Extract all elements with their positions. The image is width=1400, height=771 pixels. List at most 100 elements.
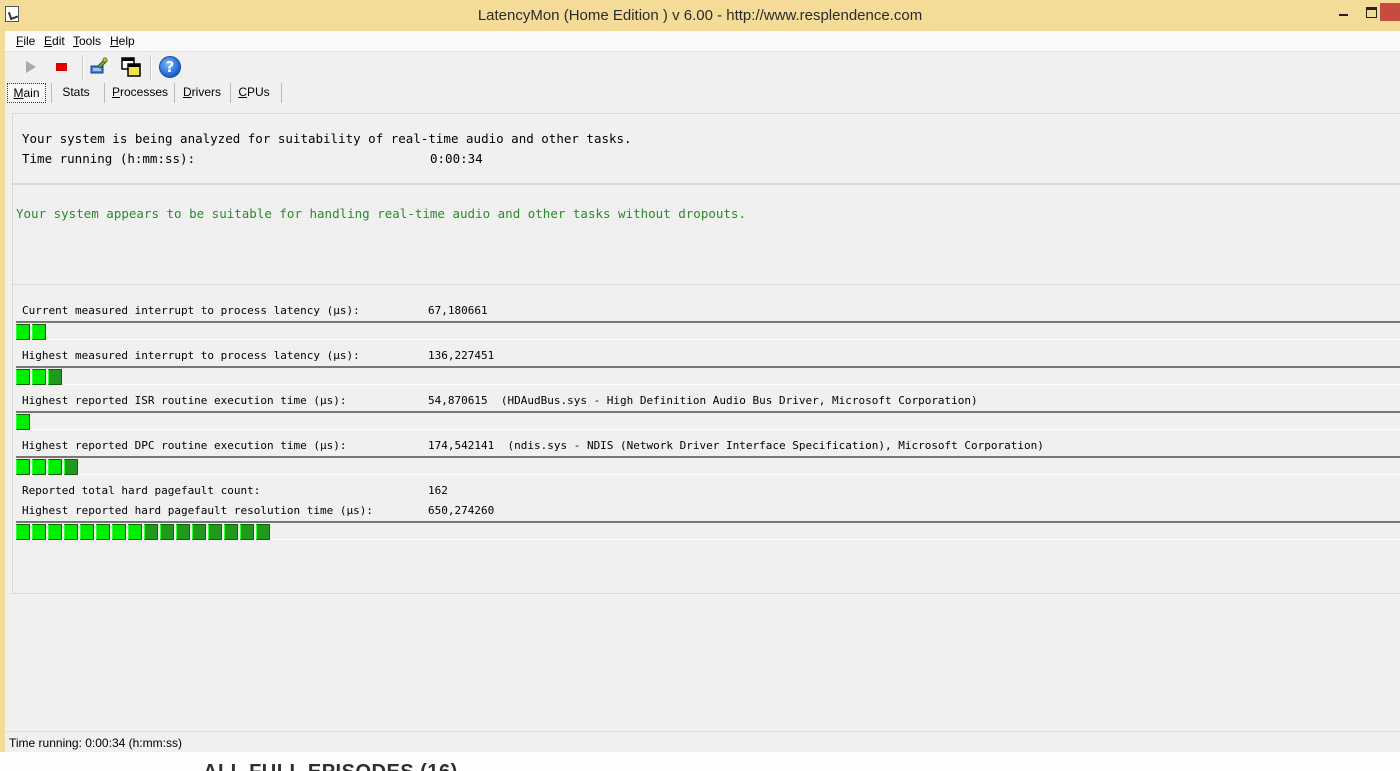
metric-value-highest-latency: 136,227451 bbox=[428, 349, 495, 362]
help-icon: ? bbox=[159, 56, 181, 78]
tab-separator bbox=[281, 83, 282, 103]
menu-file[interactable]: File bbox=[16, 34, 35, 48]
tab-bar: Main Stats Processes Drivers CPUs bbox=[5, 83, 1400, 103]
start-button[interactable] bbox=[17, 55, 43, 79]
status-pane: Your system is being analyzed for suitab… bbox=[12, 113, 1400, 184]
tab-separator bbox=[174, 83, 175, 103]
toolbar: ? bbox=[5, 52, 1400, 82]
metric-value-pagefault-time: 650,274260 bbox=[428, 504, 495, 517]
bar-segment bbox=[64, 459, 78, 475]
bar-highest-latency bbox=[16, 366, 1400, 385]
bar-segment bbox=[160, 524, 174, 540]
metrics-pane: Current measured interrupt to process la… bbox=[12, 284, 1400, 594]
main-panel: Your system is being analyzed for suitab… bbox=[12, 113, 1400, 594]
tab-processes-mnemonic: P bbox=[111, 85, 120, 99]
tab-separator bbox=[51, 83, 52, 103]
menu-help-mnemonic: H bbox=[110, 34, 119, 48]
tab-main[interactable]: Main bbox=[7, 83, 46, 103]
menu-edit-mnemonic: E bbox=[44, 34, 53, 48]
tab-stats[interactable]: Stats bbox=[55, 83, 97, 103]
toolbar-separator-2 bbox=[150, 55, 152, 80]
close-button[interactable] bbox=[1380, 3, 1400, 21]
analyze-icon bbox=[90, 57, 108, 74]
metric-value-dpc-time: 174,542141 (ndis.sys - NDIS (Network Dri… bbox=[428, 439, 1044, 452]
bar-segment bbox=[96, 524, 110, 540]
status-bar: Time running: 0:00:34 (h:mm:ss) bbox=[5, 731, 1400, 753]
tab-drivers-mnemonic: D bbox=[182, 85, 192, 99]
bar-segment bbox=[256, 524, 270, 540]
tab-separator bbox=[104, 83, 105, 103]
toolbar-separator bbox=[82, 55, 84, 80]
bar-segment bbox=[16, 459, 30, 475]
title-bar[interactable]: LatencyMon (Home Edition ) v 6.00 - http… bbox=[0, 0, 1400, 31]
metric-value-pagefault-count: 162 bbox=[428, 484, 448, 497]
menu-help[interactable]: Help bbox=[110, 34, 135, 48]
help-button[interactable]: ? bbox=[157, 55, 183, 79]
bar-segment bbox=[64, 524, 78, 540]
bar-segment bbox=[80, 524, 94, 540]
tab-cpus[interactable]: CPUs bbox=[235, 83, 273, 103]
bar-current-latency bbox=[16, 321, 1400, 340]
metric-value-isr-time: 54,870615 (HDAudBus.sys - High Definitio… bbox=[428, 394, 978, 407]
metric-label-highest-latency: Highest measured interrupt to process la… bbox=[22, 349, 360, 362]
minimize-button[interactable] bbox=[1330, 3, 1356, 21]
metric-value-current-latency: 67,180661 bbox=[428, 304, 488, 317]
tab-stats-label: Stats bbox=[62, 85, 90, 99]
tab-cpus-label: PUs bbox=[247, 85, 270, 99]
bar-segment bbox=[144, 524, 158, 540]
tab-cpus-mnemonic: C bbox=[238, 85, 247, 99]
bar-segment bbox=[16, 369, 30, 385]
analyze-button[interactable] bbox=[86, 55, 112, 79]
bar-segment bbox=[32, 524, 46, 540]
background-heading: ALL FULL EPISODES (16) bbox=[203, 761, 458, 771]
metric-label-dpc-time: Highest reported DPC routine execution t… bbox=[22, 439, 347, 452]
analysis-text: Your system is being analyzed for suitab… bbox=[22, 131, 632, 146]
tab-processes[interactable]: Processes bbox=[109, 83, 171, 103]
tab-drivers-label: rivers bbox=[191, 85, 221, 99]
bar-segment bbox=[240, 524, 254, 540]
window-title: LatencyMon (Home Edition ) v 6.00 - http… bbox=[477, 7, 923, 24]
menu-tools-label: ools bbox=[79, 34, 102, 48]
bar-segment bbox=[16, 524, 30, 540]
menu-edit-label: dit bbox=[52, 34, 65, 48]
bar-segment bbox=[48, 459, 62, 475]
menu-help-label: elp bbox=[118, 34, 135, 48]
tab-main-label: ain bbox=[23, 86, 40, 100]
bar-segment bbox=[16, 324, 30, 340]
client-area: File Edit Tools Help ? Main Stats Proces… bbox=[5, 31, 1400, 753]
tab-separator bbox=[230, 83, 231, 103]
status-text: Time running: 0:00:34 (h:mm:ss) bbox=[9, 736, 182, 750]
bar-dpc-time bbox=[16, 456, 1400, 475]
bar-segment bbox=[128, 524, 142, 540]
bar-segment bbox=[32, 324, 46, 340]
metric-label-pagefault-count: Reported total hard pagefault count: bbox=[22, 484, 261, 497]
menu-tools[interactable]: Tools bbox=[73, 34, 101, 48]
windows-button[interactable] bbox=[118, 55, 144, 79]
menu-edit[interactable]: Edit bbox=[44, 34, 65, 48]
app-window: LatencyMon (Home Edition ) v 6.00 - http… bbox=[0, 0, 1400, 753]
bar-segment bbox=[48, 524, 62, 540]
time-running-value: 0:00:34 bbox=[430, 151, 483, 166]
metric-label-isr-time: Highest reported ISR routine execution t… bbox=[22, 394, 347, 407]
windows-icon bbox=[121, 57, 141, 77]
menu-file-label: ile bbox=[23, 34, 36, 48]
stop-icon bbox=[56, 63, 67, 71]
verdict-message: Your system appears to be suitable for h… bbox=[16, 206, 746, 221]
metric-label-pagefault-time: Highest reported hard pagefault resoluti… bbox=[22, 504, 373, 517]
time-running-label: Time running (h:mm:ss): bbox=[22, 151, 196, 166]
bar-segment bbox=[48, 369, 62, 385]
menu-bar: File Edit Tools Help bbox=[5, 31, 1400, 52]
bar-segment bbox=[32, 369, 46, 385]
stop-button[interactable] bbox=[49, 55, 75, 79]
bar-segment bbox=[192, 524, 206, 540]
bar-segment bbox=[208, 524, 222, 540]
bar-isr-time bbox=[16, 411, 1400, 430]
verdict-pane: Your system appears to be suitable for h… bbox=[12, 184, 1400, 285]
bar-segment bbox=[224, 524, 238, 540]
bar-pagefault-time bbox=[16, 521, 1400, 540]
tab-drivers[interactable]: Drivers bbox=[179, 83, 225, 103]
tab-processes-label: rocesses bbox=[119, 85, 169, 99]
metric-label-current-latency: Current measured interrupt to process la… bbox=[22, 304, 360, 317]
tab-main-mnemonic: M bbox=[13, 86, 24, 100]
bar-segment bbox=[32, 459, 46, 475]
